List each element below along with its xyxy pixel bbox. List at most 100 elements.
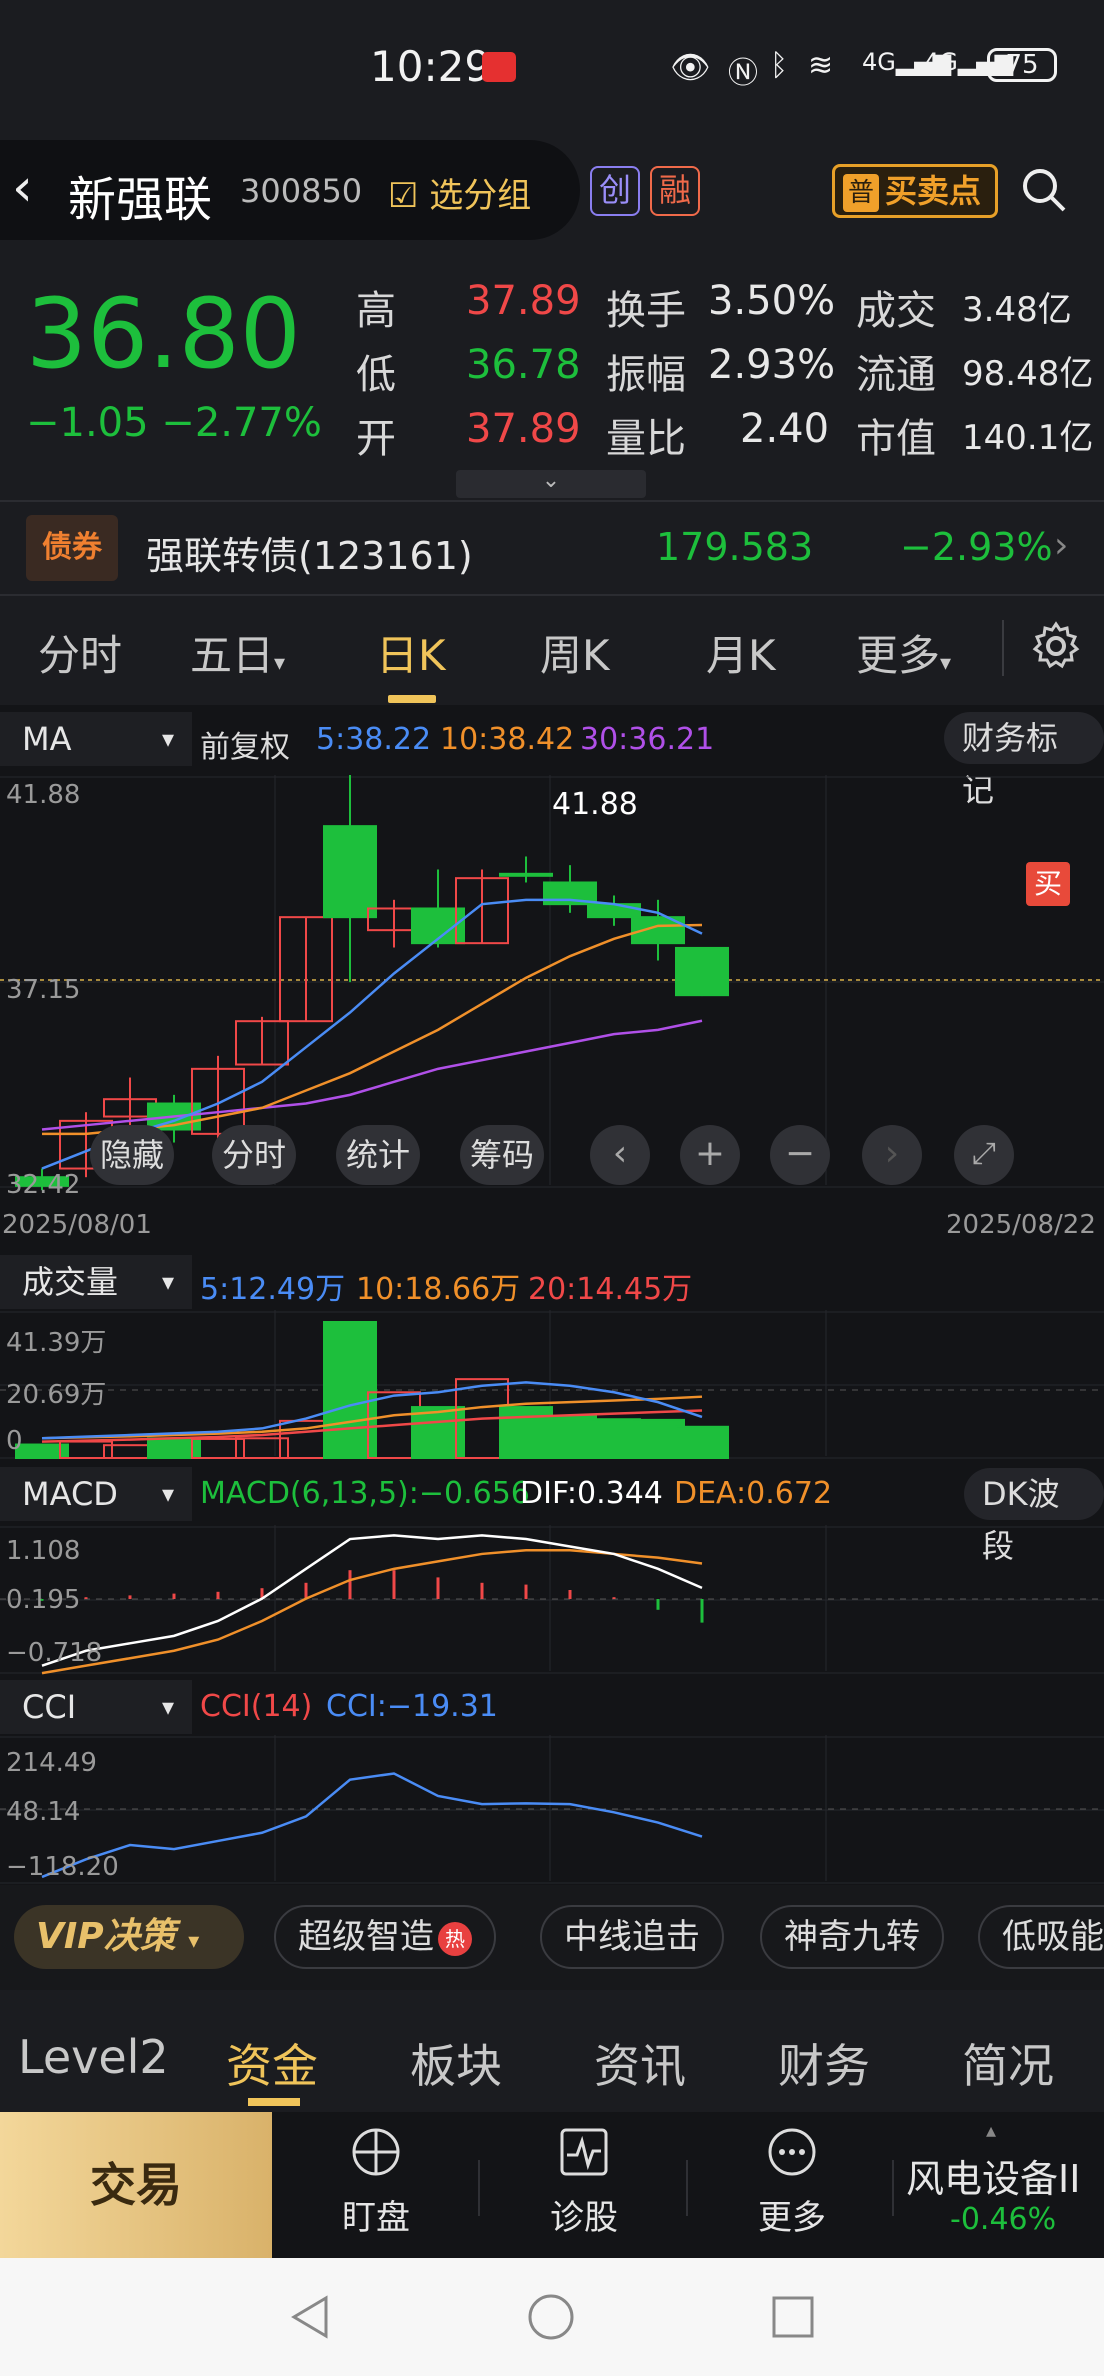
- tab-weekly-k[interactable]: 周K: [540, 622, 610, 683]
- zoom-out-icon[interactable]: −: [770, 1125, 830, 1185]
- candle-body: [499, 872, 553, 877]
- volume-chart[interactable]: [0, 1310, 1104, 1460]
- search-icon[interactable]: [1020, 166, 1068, 214]
- nav-recents-icon[interactable]: [768, 2292, 818, 2342]
- open-label: 开: [356, 416, 396, 462]
- chevron-right-icon[interactable]: ›: [862, 1125, 922, 1185]
- pill-super-manufacturing[interactable]: 超级智造热: [274, 1905, 496, 1969]
- nfc-icon: Ⓝ: [728, 56, 758, 91]
- zoom-in-icon[interactable]: +: [680, 1125, 740, 1185]
- bond-change: −2.93%: [900, 525, 1053, 569]
- more-icon: [768, 2128, 816, 2176]
- tab-sectors[interactable]: 板块: [410, 2030, 502, 2096]
- chevron-right-icon[interactable]: ›: [1054, 525, 1068, 566]
- tab-news[interactable]: 资讯: [594, 2030, 686, 2096]
- high-label: 高: [356, 288, 396, 334]
- nav-back-icon[interactable]: [286, 2292, 336, 2342]
- stock-name: 新强联: [68, 172, 213, 228]
- dk-band-button[interactable]: DK波段: [964, 1468, 1104, 1565]
- volume-bar: [675, 1425, 729, 1459]
- macd-value: MACD(6,13,5):−0.656: [200, 1476, 530, 1511]
- ma5-value: 5:38.22: [316, 722, 432, 757]
- bond-name[interactable]: 强联转债(123161): [146, 525, 473, 580]
- dea-line: [41, 1548, 703, 1675]
- tab-five-day[interactable]: 五日▾: [190, 622, 285, 683]
- tab-intraday[interactable]: 分时: [38, 622, 122, 683]
- more-button[interactable]: 更多: [732, 2190, 852, 2239]
- chips-button[interactable]: 筹码: [460, 1125, 545, 1185]
- wifi-icon: ≋: [808, 48, 834, 83]
- buy-sell-badge: 普: [843, 174, 879, 212]
- kline-axis-bottom: 32.42: [6, 1170, 81, 1200]
- tab-overview[interactable]: 简况: [962, 2030, 1054, 2096]
- pill-mid-term-chase[interactable]: 中线追击: [540, 1905, 724, 1969]
- volume-selector[interactable]: 成交量 ▾: [0, 1255, 192, 1309]
- cci-axis-top: 214.49: [6, 1748, 97, 1778]
- vol-ma10: 10:18.66万: [356, 1272, 521, 1307]
- financial-mark-button[interactable]: 财务标记: [944, 712, 1104, 809]
- open-value: 37.89: [466, 406, 581, 452]
- bluetooth-icon: ᛒ: [770, 48, 788, 83]
- peak-label: 41.88: [552, 787, 638, 822]
- tab-more[interactable]: 更多▾: [856, 622, 951, 683]
- sector-name[interactable]: 风电设备II: [906, 2148, 1080, 2203]
- cci-axis-mid: 48.14: [6, 1797, 81, 1827]
- buy-sell-label: 买卖点: [885, 172, 982, 210]
- tab-daily-k[interactable]: 日K: [376, 622, 446, 683]
- chevron-left-icon[interactable]: ‹: [590, 1125, 650, 1185]
- cci-param: CCI(14): [200, 1689, 313, 1724]
- stats-button[interactable]: 统计: [336, 1125, 421, 1185]
- hide-button[interactable]: 隐藏: [90, 1125, 175, 1185]
- divider: [892, 2160, 894, 2216]
- cci-chart[interactable]: [0, 1735, 1104, 1885]
- tab-finance[interactable]: 财务: [778, 2030, 870, 2096]
- low-value: 36.78: [466, 342, 581, 388]
- vol-ma20: 20:14.45万: [528, 1272, 693, 1307]
- tab-indicator: [388, 695, 436, 703]
- watch-button[interactable]: 盯盘: [316, 2190, 436, 2239]
- kline-axis-top: 41.88: [6, 780, 81, 810]
- macd-axis-mid: 0.195: [6, 1585, 81, 1615]
- tab-funds[interactable]: 资金: [226, 2030, 318, 2096]
- intraday-button[interactable]: 分时: [212, 1125, 297, 1185]
- pill-magic-nine[interactable]: 神奇九转: [760, 1905, 944, 1969]
- diagnose-button[interactable]: 诊股: [524, 2190, 644, 2239]
- adjust-label[interactable]: 前复权: [200, 722, 290, 766]
- vol-ma5: 5:12.49万: [200, 1272, 346, 1307]
- cci-selector[interactable]: CCI ▾: [0, 1680, 192, 1734]
- vip-decision-button[interactable]: VIP决策 ▾: [14, 1905, 244, 1969]
- fullscreen-icon[interactable]: ⤢: [954, 1125, 1014, 1185]
- chinext-tag: 创: [590, 166, 640, 216]
- buy-marker[interactable]: 买: [1026, 862, 1070, 906]
- stock-code: 300850: [240, 172, 363, 210]
- divider: [0, 500, 1104, 502]
- tab-level2[interactable]: Level2: [18, 2030, 169, 2084]
- mcap-value: 140.1亿: [962, 418, 1094, 458]
- back-icon[interactable]: ‹: [12, 158, 33, 218]
- turnover-value: 3.50%: [708, 278, 836, 324]
- trade-button[interactable]: 交易: [0, 2112, 272, 2258]
- divider: [686, 2160, 688, 2216]
- select-group-label: 选分组: [429, 176, 532, 216]
- crosshair-icon: [352, 2128, 400, 2176]
- dif-value: DIF:0.344: [520, 1476, 663, 1511]
- macd-axis-bottom: −0.718: [6, 1638, 103, 1668]
- pill-low-buy[interactable]: 低吸能: [978, 1905, 1104, 1969]
- nav-home-icon[interactable]: [526, 2292, 576, 2342]
- low-label: 低: [356, 352, 396, 398]
- vol-axis-mid: 20.69万: [6, 1380, 107, 1410]
- amplitude-label: 振幅: [606, 352, 686, 398]
- macd-axis-top: 1.108: [6, 1536, 81, 1566]
- gear-icon[interactable]: [1030, 620, 1082, 672]
- macd-selector[interactable]: MACD ▾: [0, 1467, 192, 1521]
- divider: [0, 594, 1104, 596]
- ma-selector[interactable]: MA ▾: [0, 712, 192, 766]
- select-group-button[interactable]: ☑ 选分组: [388, 168, 531, 217]
- tab-monthly-k[interactable]: 月K: [706, 622, 776, 683]
- expand-quote-button[interactable]: ⌄: [456, 470, 646, 498]
- hot-badge: 热: [438, 1921, 472, 1956]
- bond-badge: 债券: [26, 515, 118, 581]
- buy-sell-point-button[interactable]: 普买卖点: [832, 164, 998, 218]
- macd-chart[interactable]: [0, 1525, 1104, 1675]
- candle-body: [323, 825, 377, 919]
